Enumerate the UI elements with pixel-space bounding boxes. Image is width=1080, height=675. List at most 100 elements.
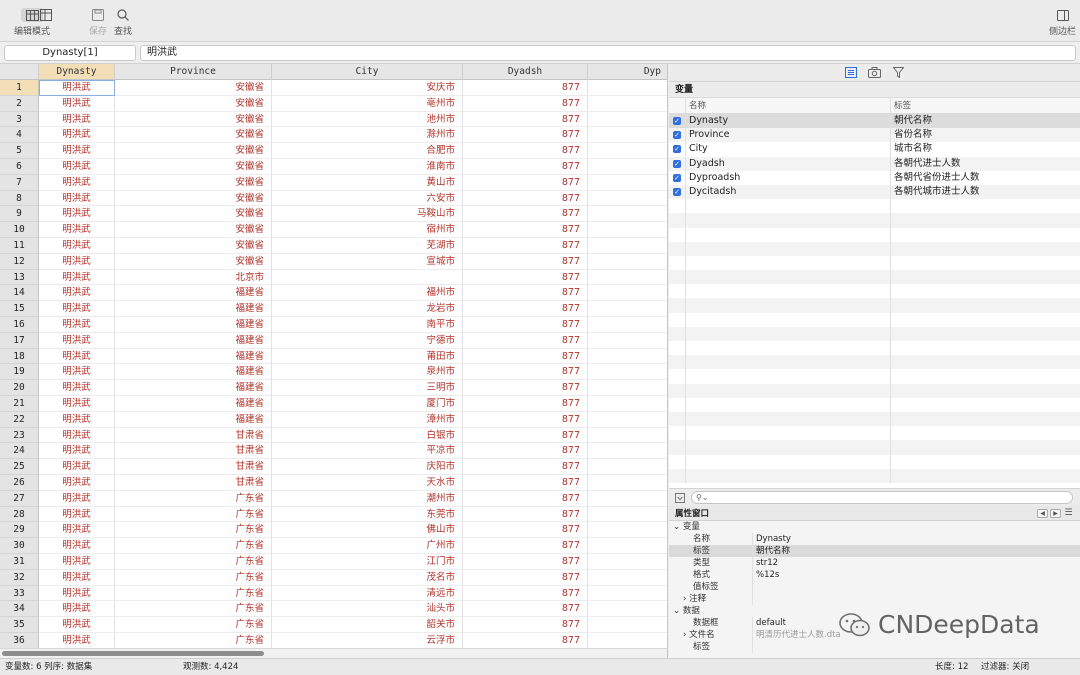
cell-dyp[interactable] bbox=[588, 570, 667, 586]
cell-province[interactable]: 广东省 bbox=[115, 569, 272, 586]
variable-row[interactable]: ✓ City 城市名称 bbox=[669, 142, 1080, 157]
cell-province[interactable]: 北京市 bbox=[115, 269, 272, 286]
cell-province[interactable]: 福建省 bbox=[115, 317, 272, 333]
cell-dyp[interactable] bbox=[588, 507, 667, 523]
cell-province[interactable]: 甘肃省 bbox=[115, 427, 272, 444]
table-row[interactable]: 32 明洪武 广东省 茂名市 877 bbox=[0, 569, 667, 586]
cell-dyadsh[interactable]: 877 bbox=[463, 633, 588, 648]
row-number[interactable]: 12 bbox=[0, 253, 39, 270]
cell-dyadsh[interactable]: 877 bbox=[463, 269, 588, 286]
cell-dynasty[interactable]: 明洪武 bbox=[39, 443, 115, 460]
cell-dyadsh[interactable]: 877 bbox=[463, 538, 588, 554]
row-number[interactable]: 19 bbox=[0, 364, 39, 381]
cell-province[interactable]: 安徽省 bbox=[115, 190, 272, 207]
cell-dyadsh[interactable]: 877 bbox=[463, 301, 588, 317]
table-row[interactable]: 5 明洪武 安徽省 合肥市 877 bbox=[0, 143, 667, 159]
cell-dyadsh[interactable]: 877 bbox=[463, 317, 588, 333]
cell-dyp[interactable] bbox=[588, 349, 667, 365]
cell-city[interactable] bbox=[272, 269, 463, 286]
cell-city[interactable]: 宁德市 bbox=[272, 332, 463, 349]
cell-dynasty[interactable]: 明洪武 bbox=[39, 190, 115, 207]
row-number[interactable]: 4 bbox=[0, 127, 39, 144]
cell-dynasty[interactable]: 明洪武 bbox=[39, 364, 115, 381]
variable-row[interactable]: ✓ Dyproadsh 各朝代省份进士人数 bbox=[669, 170, 1080, 185]
row-number[interactable]: 33 bbox=[0, 585, 39, 602]
variable-checkbox[interactable]: ✓ bbox=[673, 145, 681, 154]
row-number[interactable]: 7 bbox=[0, 174, 39, 191]
cell-province[interactable]: 福建省 bbox=[115, 285, 272, 302]
table-row[interactable]: 34 明洪武 广东省 汕头市 877 bbox=[0, 601, 667, 618]
cell-dyp[interactable] bbox=[588, 333, 667, 349]
cell-dyadsh[interactable]: 877 bbox=[463, 253, 588, 270]
cell-dyadsh[interactable]: 877 bbox=[463, 206, 588, 223]
cell-dyadsh[interactable]: 877 bbox=[463, 143, 588, 159]
cell-dyadsh[interactable]: 877 bbox=[463, 617, 588, 633]
cell-city[interactable]: 安庆市 bbox=[272, 80, 463, 96]
row-number[interactable]: 31 bbox=[0, 554, 39, 570]
cell-dyp[interactable] bbox=[588, 222, 667, 238]
cell-dyadsh[interactable]: 877 bbox=[463, 459, 588, 475]
property-row[interactable]: 名称 Dynasty bbox=[669, 533, 1080, 545]
cell-province[interactable]: 福建省 bbox=[115, 332, 272, 349]
row-number[interactable]: 23 bbox=[0, 427, 39, 444]
cell-dynasty[interactable]: 明洪武 bbox=[39, 538, 115, 554]
cell-city[interactable]: 芜湖市 bbox=[272, 238, 463, 254]
cell-dyadsh[interactable]: 877 bbox=[463, 569, 588, 586]
cell-dynasty[interactable]: 明洪武 bbox=[39, 490, 115, 507]
cell-dyp[interactable] bbox=[588, 586, 667, 602]
row-number[interactable]: 2 bbox=[0, 95, 39, 112]
cell-dyp[interactable] bbox=[588, 254, 667, 270]
variables-list[interactable]: ✓ Dynasty 朝代名称 ✓ Province 省份名称 ✓ City 城市名称 ✓ Dyads… bbox=[669, 114, 1080, 488]
cell-dyp[interactable] bbox=[588, 617, 667, 633]
row-number[interactable]: 30 bbox=[0, 538, 39, 554]
horizontal-scrollbar[interactable] bbox=[0, 648, 668, 658]
table-row[interactable]: 18 明洪武 福建省 莆田市 877 bbox=[0, 348, 667, 365]
cell-dyadsh[interactable]: 877 bbox=[463, 127, 588, 144]
cell-city[interactable]: 清远市 bbox=[272, 585, 463, 602]
cell-city[interactable]: 平凉市 bbox=[272, 443, 463, 460]
cell-dyp[interactable] bbox=[588, 191, 667, 207]
variable-checkbox[interactable]: ✓ bbox=[673, 159, 681, 168]
cell-dyadsh[interactable]: 877 bbox=[463, 80, 588, 96]
table-row[interactable]: 17 明洪武 福建省 宁德市 877 bbox=[0, 332, 667, 349]
row-number[interactable]: 16 bbox=[0, 317, 39, 333]
cell-dynasty[interactable]: 明洪武 bbox=[39, 348, 115, 365]
row-number[interactable]: 34 bbox=[0, 601, 39, 618]
cell-dynasty[interactable]: 明洪武 bbox=[39, 269, 115, 286]
variable-row[interactable]: ✓ Dyadsh 各朝代进士人数 bbox=[669, 156, 1080, 171]
cell-dyp[interactable] bbox=[588, 317, 667, 333]
table-row[interactable]: 9 明洪武 安徽省 马鞍山市 877 bbox=[0, 206, 667, 223]
variables-tab[interactable] bbox=[844, 67, 858, 79]
cell-city[interactable]: 庆阳市 bbox=[272, 459, 463, 475]
row-number[interactable]: 26 bbox=[0, 475, 39, 491]
corner-cell[interactable] bbox=[0, 64, 39, 80]
cell-city[interactable]: 汕头市 bbox=[272, 601, 463, 618]
cell-city[interactable]: 江门市 bbox=[272, 554, 463, 570]
cell-province[interactable]: 广东省 bbox=[115, 522, 272, 539]
table-row[interactable]: 35 明洪武 广东省 韶关市 877 bbox=[0, 617, 667, 633]
variable-search-input[interactable]: ⚲⌄ bbox=[691, 491, 1073, 504]
row-number[interactable]: 24 bbox=[0, 443, 39, 460]
cell-province[interactable]: 广东省 bbox=[115, 554, 272, 570]
row-number[interactable]: 28 bbox=[0, 506, 39, 523]
table-row[interactable]: 31 明洪武 广东省 江门市 877 bbox=[0, 554, 667, 570]
cell-dyp[interactable] bbox=[588, 206, 667, 223]
name-column-header[interactable]: 名称 bbox=[686, 98, 891, 113]
cell-dynasty[interactable]: 明洪武 bbox=[39, 95, 115, 112]
property-row[interactable]: 标签 朝代名称 bbox=[669, 545, 1080, 557]
cell-dynasty[interactable]: 明洪武 bbox=[39, 174, 115, 191]
row-number[interactable]: 27 bbox=[0, 490, 39, 507]
cell-province[interactable]: 安徽省 bbox=[115, 80, 272, 96]
table-row[interactable]: 23 明洪武 甘肃省 白银市 877 bbox=[0, 427, 667, 444]
row-number[interactable]: 9 bbox=[0, 206, 39, 223]
table-row[interactable]: 22 明洪武 福建省 漳州市 877 bbox=[0, 411, 667, 428]
table-row[interactable]: 19 明洪武 福建省 泉州市 877 bbox=[0, 364, 667, 381]
table-row[interactable]: 10 明洪武 安徽省 宿州市 877 bbox=[0, 222, 667, 238]
cell-city[interactable]: 泉州市 bbox=[272, 364, 463, 381]
property-value[interactable]: %12s bbox=[753, 569, 779, 581]
cell-dyadsh[interactable]: 877 bbox=[463, 601, 588, 618]
cell-dyadsh[interactable]: 877 bbox=[463, 111, 588, 128]
cell-city[interactable]: 莆田市 bbox=[272, 348, 463, 365]
cell-dyp[interactable] bbox=[588, 96, 667, 112]
variable-checkbox[interactable]: ✓ bbox=[673, 173, 681, 182]
